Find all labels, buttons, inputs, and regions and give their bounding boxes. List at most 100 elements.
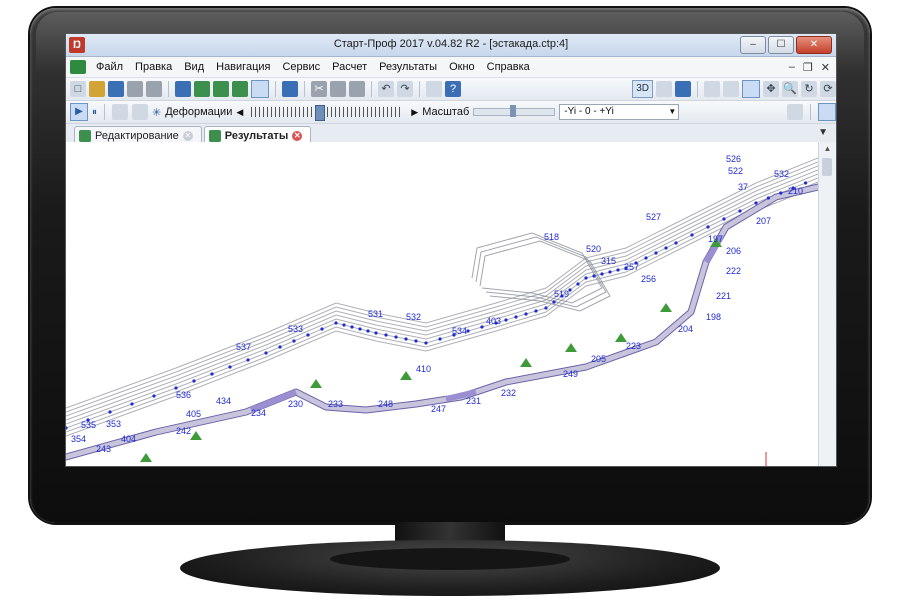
- tab-list-dropdown-icon[interactable]: ▼: [818, 127, 828, 138]
- deformations-label: Деформации: [165, 106, 233, 118]
- pause-icon[interactable]: ⏸: [92, 107, 97, 118]
- menu-edit[interactable]: Правка: [129, 61, 178, 73]
- menu-view[interactable]: Вид: [178, 61, 210, 73]
- print-icon[interactable]: [146, 81, 162, 97]
- deformation-slider[interactable]: [247, 105, 407, 121]
- redo-icon[interactable]: ↷: [397, 81, 413, 97]
- node-label: 531: [368, 309, 383, 319]
- zoom-window-icon[interactable]: [704, 81, 720, 97]
- menu-results[interactable]: Результаты: [373, 61, 443, 73]
- node-dot: [342, 323, 346, 327]
- toolbar-separator: [304, 81, 305, 97]
- mdi-minimize-icon[interactable]: –: [789, 61, 795, 74]
- support-icon[interactable]: [132, 104, 148, 120]
- node-label: 257: [624, 262, 639, 272]
- save-icon[interactable]: [108, 81, 124, 97]
- play-icon[interactable]: ▶: [70, 103, 88, 121]
- node-label: 533: [288, 324, 303, 334]
- table-icon[interactable]: [175, 81, 191, 97]
- calculator-icon[interactable]: [282, 81, 298, 97]
- node-dot: [552, 300, 556, 304]
- model-viewport[interactable]: 526 210 532 522 37 207 197 206 222 221 518 315 257 25…: [66, 142, 822, 466]
- pan-icon[interactable]: ✥: [763, 81, 779, 97]
- menu-navigation[interactable]: Навигация: [210, 61, 276, 73]
- vertical-scrollbar[interactable]: ▲: [818, 142, 836, 466]
- help-icon[interactable]: ?: [445, 81, 461, 97]
- node-dot: [754, 201, 758, 205]
- mdi-restore-icon[interactable]: ❐: [803, 61, 813, 74]
- document-icon[interactable]: [70, 60, 86, 74]
- pipe-support-icon: [400, 371, 412, 380]
- slider-left-arrow-icon[interactable]: ◀: [236, 107, 243, 118]
- axis-combo[interactable]: -Yi - 0 - +Yi ▼: [559, 104, 680, 120]
- toolbar-separator: [168, 81, 169, 97]
- menu-help[interactable]: Справка: [481, 61, 536, 73]
- node-dot: [608, 270, 612, 274]
- node-dot: [320, 327, 324, 331]
- node-dot: [424, 341, 428, 345]
- node-dot: [644, 256, 648, 260]
- report3-icon[interactable]: [232, 81, 248, 97]
- refresh-icon[interactable]: ⟳: [820, 81, 836, 97]
- node-label: 410: [416, 364, 431, 374]
- node-dot: [152, 394, 156, 398]
- node-dot: [334, 321, 338, 325]
- wireframe-icon[interactable]: [787, 104, 803, 120]
- select-pointer-icon[interactable]: [742, 80, 760, 98]
- node-label: 526: [726, 154, 741, 164]
- scale-slider[interactable]: [473, 105, 556, 117]
- close-button[interactable]: ✕: [796, 36, 832, 54]
- slider-thumb[interactable]: [315, 105, 326, 121]
- open-folder-icon[interactable]: [89, 81, 105, 97]
- node-label: 405: [186, 409, 201, 419]
- node-dot: [438, 337, 442, 341]
- undo-icon[interactable]: ↶: [378, 81, 394, 97]
- node-label: 249: [563, 369, 578, 379]
- maximize-button[interactable]: ☐: [768, 36, 794, 54]
- binoculars-icon[interactable]: [656, 81, 672, 97]
- menu-service[interactable]: Сервис: [276, 61, 326, 73]
- scroll-up-icon[interactable]: ▲: [819, 142, 836, 156]
- slider-right-arrow-icon[interactable]: ▶: [411, 107, 418, 118]
- cube-view-icon[interactable]: [675, 81, 691, 97]
- node-dot: [690, 233, 694, 237]
- node-dot: [674, 241, 678, 245]
- new-file-icon[interactable]: □: [70, 81, 86, 97]
- zoom-icon[interactable]: 🔍: [782, 81, 798, 97]
- cut-icon[interactable]: ✂: [311, 81, 327, 97]
- section-view-icon[interactable]: [818, 103, 836, 121]
- deformation-pipe-icon[interactable]: [112, 104, 128, 120]
- chevron-down-icon[interactable]: ▼: [668, 105, 676, 119]
- mdi-close-icon[interactable]: ✕: [821, 61, 830, 74]
- scale-slider-thumb[interactable]: [510, 105, 517, 117]
- tab-close-icon[interactable]: ✕: [292, 130, 303, 141]
- node-dot: [576, 282, 580, 286]
- print-preview-icon[interactable]: [127, 81, 143, 97]
- node-label: 354: [71, 434, 86, 444]
- report-icon[interactable]: [194, 81, 210, 97]
- screen: Ŋ Старт-Проф 2017 v.04.82 R2 - [эстакада…: [65, 33, 837, 467]
- tab-close-icon[interactable]: ✕: [182, 130, 193, 141]
- minimize-button[interactable]: –: [740, 36, 766, 54]
- node-dot: [706, 225, 710, 229]
- view-3d-button[interactable]: 3D: [632, 80, 653, 98]
- tools-icon[interactable]: [426, 81, 442, 97]
- window-controls: – ☐ ✕: [740, 36, 832, 54]
- copy-icon[interactable]: [330, 81, 346, 97]
- menu-calculation[interactable]: Расчет: [326, 61, 373, 73]
- snowflake-icon[interactable]: ✳: [152, 106, 161, 119]
- scale-label: Масштаб: [422, 106, 470, 118]
- node-label: 532: [406, 312, 421, 322]
- menu-file[interactable]: Файл: [90, 61, 129, 73]
- results-mode-icon[interactable]: [251, 80, 269, 98]
- zoom-extents-icon[interactable]: [723, 81, 739, 97]
- node-dot: [350, 325, 354, 329]
- pipeline-model[interactable]: 526 210 532 522 37 207 197206 222 221 518 315 25725…: [66, 142, 822, 466]
- node-dot: [524, 312, 528, 316]
- node-dot: [738, 209, 742, 213]
- paste-icon[interactable]: [349, 81, 365, 97]
- rotate-icon[interactable]: ↻: [801, 81, 817, 97]
- scroll-thumb[interactable]: [822, 158, 832, 176]
- report2-icon[interactable]: [213, 81, 229, 97]
- menu-window[interactable]: Окно: [443, 61, 481, 73]
